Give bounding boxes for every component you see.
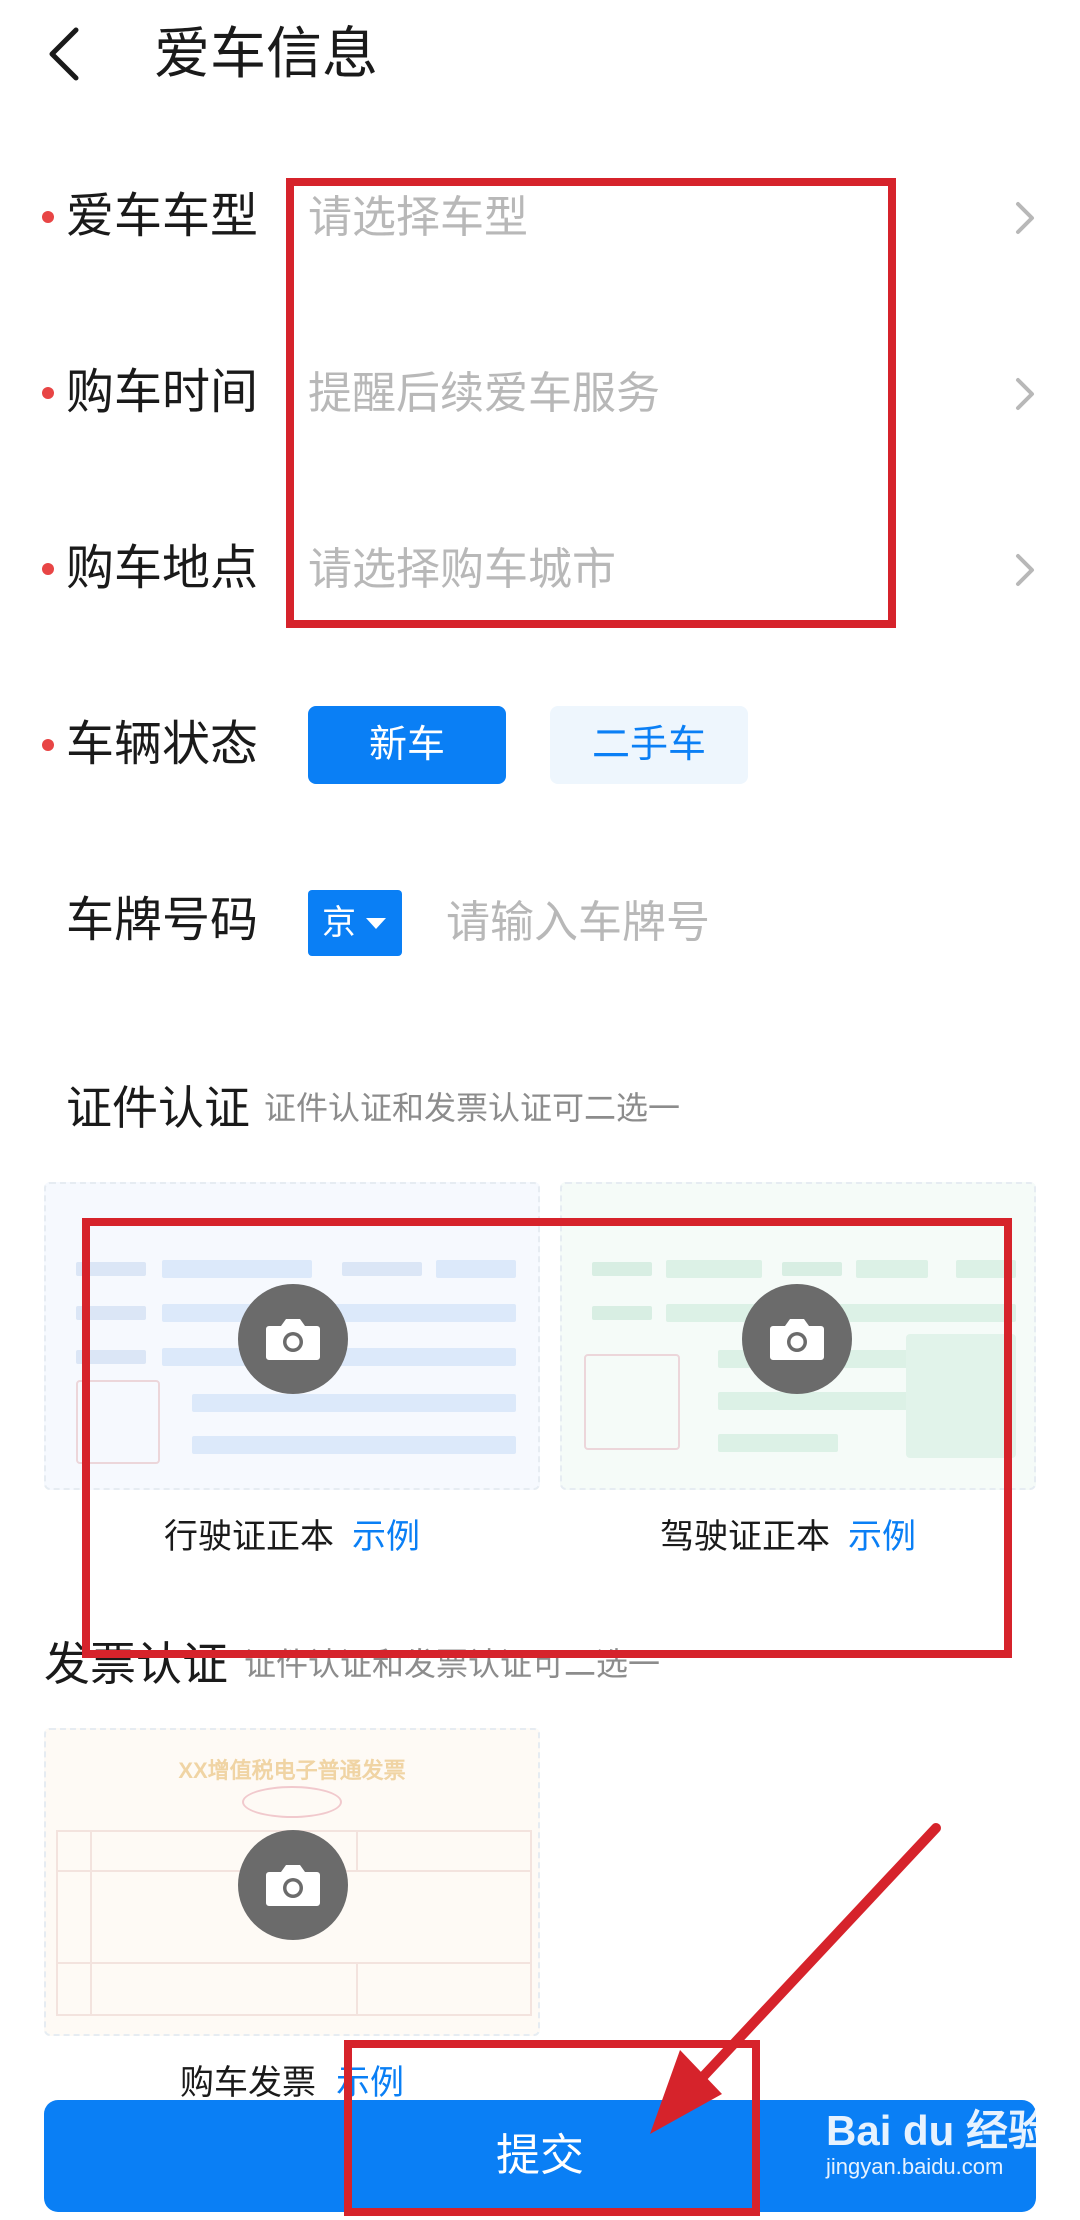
required-dot — [42, 211, 54, 223]
car-model-label: 爱车车型 — [66, 190, 259, 243]
chevron-right-icon — [1016, 554, 1034, 586]
camera-icon[interactable] — [742, 1284, 852, 1394]
purchase-place-label: 购车地点 — [66, 542, 259, 595]
purchase-time-select[interactable]: 提醒后续爱车服务 — [308, 364, 660, 424]
plate-label: 车牌号码 — [66, 894, 259, 947]
invoice-upload[interactable]: XX增值税电子普通发票 — [44, 1728, 540, 2036]
status-new-car-button[interactable]: 新车 — [308, 706, 506, 784]
required-dot — [42, 563, 54, 575]
province-value: 京 — [322, 904, 356, 942]
car-model-row[interactable]: 爱车车型 请选择车型 — [0, 158, 1080, 278]
invoice-title: 发票认证 — [44, 1638, 228, 1690]
invoice-card-title: XX增值税电子普通发票 — [178, 1758, 406, 1783]
vehicle-status-row: 车辆状态 — [0, 686, 1080, 806]
baidu-jingyan-watermark: Bai du 经验 jingyan.baidu.com — [826, 2107, 1051, 2180]
status-used-car-button[interactable]: 二手车 — [550, 706, 748, 784]
purchase-time-row[interactable]: 购车时间 提醒后续爱车服务 — [0, 334, 1080, 454]
car-model-select[interactable]: 请选择车型 — [308, 188, 528, 248]
vehicle-license-upload[interactable] — [44, 1182, 540, 1490]
required-dot — [42, 387, 54, 399]
camera-icon[interactable] — [238, 1830, 348, 1940]
certification-subtitle: 证件认证和发票认证可二选一 — [264, 1090, 681, 1126]
app-header: 爱车信息 — [0, 0, 1080, 110]
purchase-time-label: 购车时间 — [66, 366, 259, 419]
driver-license-caption: 驾驶证正本 — [660, 1518, 830, 1556]
chevron-right-icon — [1016, 378, 1034, 410]
vehicle-license-example-link[interactable]: 示例 — [352, 1514, 420, 1560]
invoice-subtitle: 证件认证和发票认证可二选一 — [244, 1646, 661, 1682]
driver-license-example-link[interactable]: 示例 — [848, 1514, 916, 1560]
required-dot — [42, 739, 54, 751]
back-arrow-icon[interactable] — [40, 22, 90, 86]
province-dropdown[interactable]: 京 — [308, 890, 402, 956]
page-title: 爱车信息 — [154, 22, 378, 85]
chevron-right-icon — [1016, 202, 1034, 234]
certification-title: 证件认证 — [66, 1082, 250, 1134]
vehicle-status-label: 车辆状态 — [66, 718, 259, 771]
plate-input[interactable] — [446, 890, 1006, 956]
purchase-place-select[interactable]: 请选择购车城市 — [308, 540, 616, 600]
vehicle-license-caption: 行驶证正本 — [164, 1518, 334, 1556]
purchase-place-row[interactable]: 购车地点 请选择购车城市 — [0, 510, 1080, 630]
camera-icon[interactable] — [238, 1284, 348, 1394]
driver-license-upload[interactable] — [560, 1182, 1036, 1490]
caret-down-icon — [366, 918, 386, 929]
